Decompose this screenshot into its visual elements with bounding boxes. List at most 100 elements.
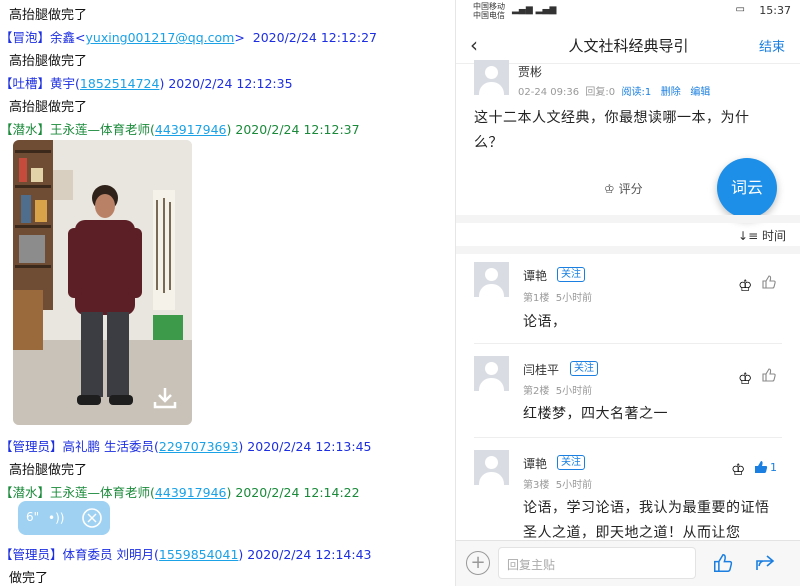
message-header: 【潜水】王永莲—体育老师(443917946) 2020/2/24 12:14:… — [0, 485, 360, 500]
sender-name[interactable]: 黄宇 — [50, 76, 75, 91]
avatar[interactable] — [474, 262, 509, 297]
member-tag: 【吐槽】 — [0, 76, 51, 91]
comment-meta: 第3楼 5小时前 — [523, 476, 592, 491]
member-tag: 【管理员】 — [0, 547, 63, 562]
thumbs-up-icon[interactable] — [761, 274, 777, 290]
post-meta: 02-24 09:36 回复:0 阅读:1 删除 编辑 — [518, 83, 710, 98]
photo-image — [13, 140, 192, 425]
message-text: 做完了 — [9, 571, 49, 586]
message-text: 高抬腿做完了 — [9, 463, 88, 478]
commenter-name[interactable]: 谭艳 — [523, 267, 547, 284]
comment-time: 5小时前 — [555, 386, 593, 397]
member-tag: 【冒泡】 — [0, 30, 51, 45]
post-date: 02-24 09:36 — [518, 87, 580, 98]
message-header: 【管理员】体育委员 刘明月(1559854041) 2020/2/24 12:1… — [0, 547, 372, 562]
edit-link[interactable]: 编辑 — [690, 87, 710, 98]
rate-button[interactable]: ♔ 评分 — [604, 180, 643, 197]
comment-text: 论语，学习论语，我认为最重要的证悟圣人之道，即天地之道！从而让您 — [523, 500, 770, 541]
follow-button[interactable]: 关注 — [557, 267, 585, 282]
sender-qq[interactable]: 2297073693 — [159, 439, 239, 454]
divider — [474, 437, 782, 438]
message-text: 高抬腿做完了 — [9, 100, 88, 115]
member-tag: 【潜水】 — [0, 485, 51, 500]
divider — [474, 343, 782, 344]
sender-name[interactable]: 高礼鹏 生活委员 — [63, 439, 154, 454]
nav-bar: ‹ 人文社科经典导引 结束 — [456, 24, 800, 64]
download-icon[interactable] — [152, 385, 178, 411]
comment-text: 论语， — [523, 314, 567, 330]
message-time: 2020/2/24 12:14:43 — [247, 547, 372, 562]
reply-bar: + 回复主贴 — [456, 540, 800, 586]
thumbs-up-icon[interactable] — [761, 367, 777, 383]
sort-icon: ↓≡ — [738, 229, 759, 243]
floor-number: 第2楼 — [523, 386, 550, 397]
mobile-app-screen: 中国移动 中国电信 ▂▄▆ ▂▄▆ ▭ 15:37 ‹ 人文社科经典导引 结束 … — [455, 0, 800, 586]
word-cloud-button[interactable]: 词云 — [717, 158, 777, 218]
message-time: 2020/2/24 12:12:35 — [168, 76, 293, 91]
voice-message[interactable]: 6" •)) — [18, 501, 110, 535]
post-author[interactable]: 贾彬 — [518, 63, 542, 80]
floor-number: 第3楼 — [523, 480, 550, 491]
follow-button[interactable]: 关注 — [557, 455, 585, 470]
sender-qq[interactable]: 443917946 — [155, 122, 227, 137]
carrier-2: 中国电信 — [473, 11, 505, 20]
sender-name[interactable]: 王永莲—体育老师 — [50, 485, 150, 500]
delete-link[interactable]: 删除 — [661, 87, 681, 98]
comment-time: 5小时前 — [555, 293, 593, 304]
sender-qq[interactable]: 1852514724 — [80, 76, 160, 91]
award-icon[interactable]: ♔ — [731, 460, 747, 479]
follow-button[interactable]: 关注 — [570, 361, 598, 376]
add-icon[interactable]: + — [466, 551, 490, 575]
voice-duration: 6" — [26, 510, 40, 524]
avatar[interactable] — [474, 356, 509, 391]
signal-icon: ▂▄▆ ▂▄▆ — [512, 5, 557, 15]
sort-label: 时间 — [761, 229, 786, 243]
message-time: 2020/2/24 12:12:37 — [235, 122, 360, 137]
message-text: 高抬腿做完了 — [9, 54, 88, 69]
qq-chat-log: 高抬腿做完了 【冒泡】余鑫<yuxing001217@qq.com> 2020/… — [0, 0, 455, 586]
member-tag: 【潜水】 — [0, 122, 51, 137]
rate-label: 评分 — [618, 182, 643, 196]
message-header: 【冒泡】余鑫<yuxing001217@qq.com> 2020/2/24 12… — [0, 30, 377, 45]
avatar[interactable] — [474, 450, 509, 485]
sender-name[interactable]: 体育委员 刘明月 — [63, 547, 154, 562]
message-time: 2020/2/24 12:14:22 — [235, 485, 360, 500]
sender-qq[interactable]: 1559854041 — [159, 547, 239, 562]
sound-wave-icon: •)) — [48, 511, 65, 525]
comment-meta: 第1楼 5小时前 — [523, 289, 592, 304]
carrier-1: 中国移动 — [473, 2, 505, 11]
message-time: 2020/2/24 12:13:45 — [247, 439, 372, 454]
sender-email[interactable]: yuxing001217@qq.com — [86, 30, 235, 45]
shared-photo[interactable] — [13, 140, 192, 425]
read-count[interactable]: 阅读:1 — [622, 87, 652, 98]
section-divider — [456, 246, 800, 254]
member-tag: 【管理员】 — [0, 439, 63, 454]
carrier-info: 中国移动 中国电信 — [473, 2, 505, 20]
like-post-icon[interactable] — [712, 552, 734, 574]
message-text: 高抬腿做完了 — [9, 8, 88, 23]
message-time: 2020/2/24 12:12:27 — [252, 30, 377, 45]
rate-icon: ♔ — [604, 182, 615, 196]
reply-input[interactable]: 回复主贴 — [498, 547, 696, 579]
message-header: 【潜水】王永莲—体育老师(443917946) 2020/2/24 12:12:… — [0, 122, 360, 137]
reply-count: 回复:0 — [585, 87, 616, 98]
award-icon[interactable]: ♔ — [738, 369, 754, 388]
end-button[interactable]: 结束 — [759, 36, 785, 55]
avatar[interactable] — [474, 60, 509, 95]
sort-toggle[interactable]: ↓≡ 时间 — [738, 227, 786, 244]
share-icon[interactable] — [754, 552, 776, 574]
commenter-name[interactable]: 闫桂平 — [523, 361, 559, 378]
sender-qq[interactable]: 443917946 — [155, 485, 227, 500]
sender-name[interactable]: 王永莲—体育老师 — [50, 122, 150, 137]
section-divider — [456, 215, 800, 223]
commenter-name[interactable]: 谭艳 — [523, 455, 547, 472]
thumbs-up-icon[interactable] — [753, 459, 769, 475]
speech-to-text-icon[interactable] — [80, 506, 104, 530]
floor-number: 第1楼 — [523, 293, 550, 304]
comment-text: 红楼梦，四大名著之一 — [523, 406, 668, 422]
message-header: 【管理员】高礼鹏 生活委员(2297073693) 2020/2/24 12:1… — [0, 439, 372, 454]
comment-meta: 第2楼 5小时前 — [523, 382, 592, 397]
award-icon[interactable]: ♔ — [738, 276, 754, 295]
sender-name[interactable]: 余鑫 — [50, 30, 75, 45]
status-bar: 中国移动 中国电信 ▂▄▆ ▂▄▆ ▭ 15:37 — [456, 0, 800, 24]
